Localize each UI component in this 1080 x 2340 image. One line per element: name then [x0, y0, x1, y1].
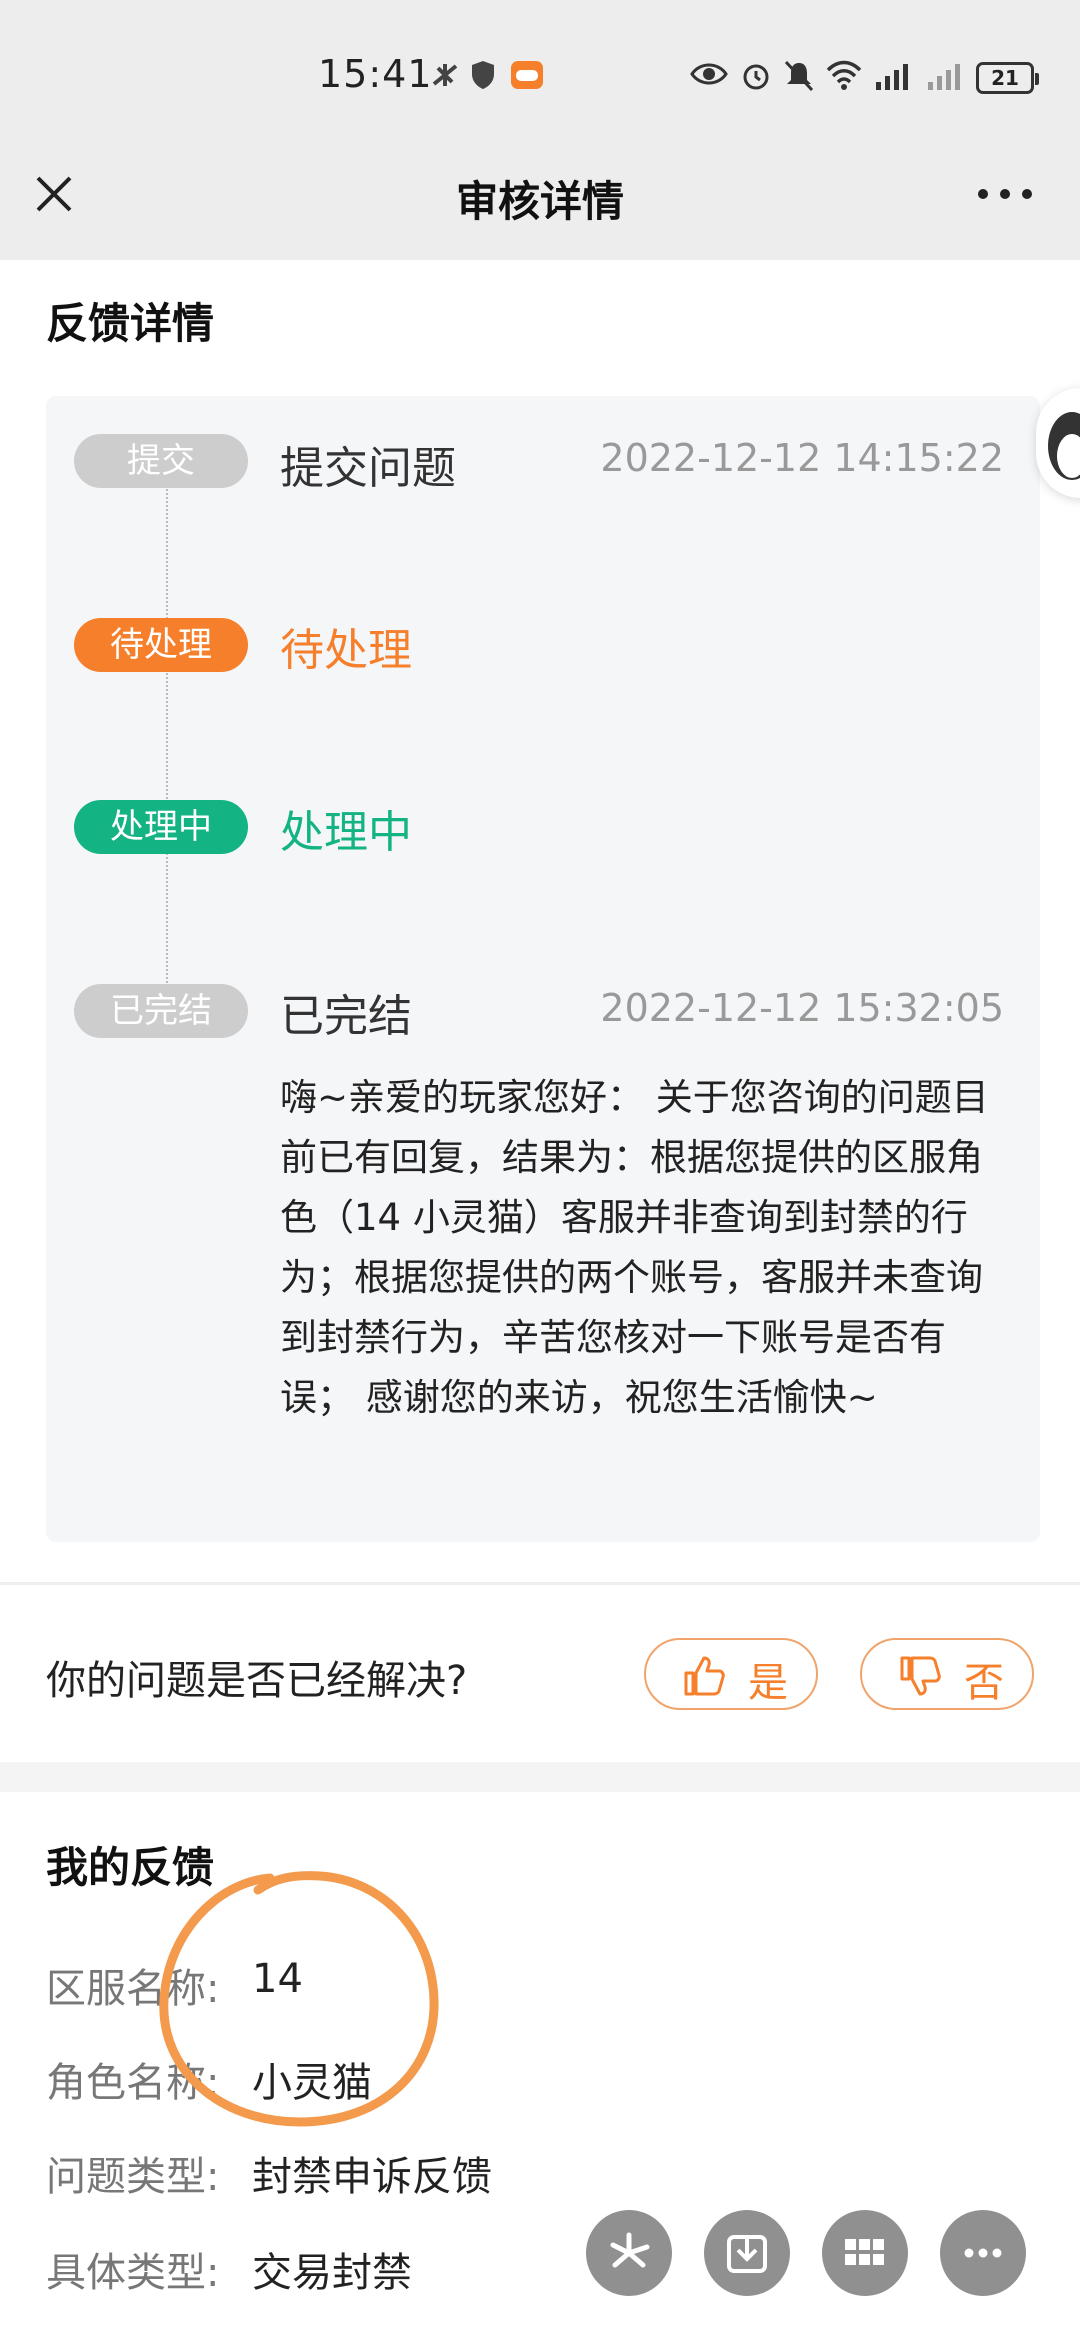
status-tag-processing: 处理中	[74, 800, 248, 854]
battery-indicator: 21	[976, 62, 1039, 94]
field-label: 角色名称:	[46, 2060, 220, 2106]
field-role-name: 角色名称: 小灵猫	[46, 2050, 372, 2108]
wifi-icon	[826, 60, 862, 90]
signal-4g-icon	[876, 64, 908, 90]
status-tag-pending: 待处理	[74, 618, 248, 672]
field-value: 14	[252, 1956, 303, 2002]
download-button[interactable]	[704, 2210, 790, 2296]
signal-off-icon	[928, 64, 960, 90]
field-value: 封禁申诉反馈	[252, 2154, 492, 2200]
feedback-detail-title: 反馈详情	[46, 299, 215, 348]
no-label: 否	[964, 1660, 1004, 1706]
field-value: 小灵猫	[252, 2060, 372, 2106]
field-server-name: 区服名称: 14	[46, 1956, 303, 2014]
step-time-completed: 2022-12-12 15:32:05	[600, 986, 1004, 1030]
yes-button[interactable]: 是	[644, 1638, 818, 1710]
reply-message: 嗨~亲爱的玩家您好： 关于您咨询的问题目前已有回复，结果为：根据您提供的区服角色…	[280, 1076, 989, 1419]
more-menu-icon[interactable]	[975, 186, 1035, 202]
floating-avatar[interactable]	[1036, 388, 1080, 498]
field-label: 区服名称:	[46, 1966, 220, 2012]
status-time: 15:41	[318, 52, 433, 96]
field-label: 问题类型:	[46, 2154, 220, 2200]
sparkle-icon	[610, 2232, 650, 2268]
thumbs-down-icon	[900, 1656, 941, 1696]
grid-icon	[845, 2239, 884, 2265]
sparkle-button[interactable]	[586, 2210, 672, 2296]
section-separator	[0, 1762, 1080, 1792]
bug-icon	[432, 64, 458, 86]
page-title: 审核详情	[455, 177, 624, 226]
yes-label: 是	[748, 1660, 788, 1706]
no-button[interactable]: 否	[860, 1638, 1034, 1710]
divider	[0, 1582, 1080, 1585]
field-issue-type: 问题类型: 封禁申诉反馈	[46, 2144, 492, 2202]
grid-button[interactable]	[822, 2210, 908, 2296]
alarm-icon	[743, 64, 769, 90]
field-value: 交易封禁	[252, 2250, 412, 2296]
step-label-submitted: 提交问题	[280, 443, 456, 494]
step-label-processing: 处理中	[280, 807, 412, 858]
timeline-line	[166, 470, 168, 1010]
mute-icon	[784, 60, 814, 92]
status-bar: 15:41 21	[0, 0, 1080, 150]
my-feedback-title: 我的反馈	[46, 1843, 215, 1892]
eye-icon	[690, 63, 728, 85]
status-tag-completed: 已完结	[74, 984, 248, 1038]
step-time-submitted: 2022-12-12 14:15:22	[600, 436, 1004, 480]
field-specific-type: 具体类型: 交易封禁	[46, 2240, 412, 2298]
status-tag-submitted: 提交	[74, 434, 248, 488]
shield-icon	[472, 61, 494, 89]
download-icon	[727, 2235, 767, 2273]
more-icon	[964, 2248, 1002, 2258]
resolve-question: 你的问题是否已经解决?	[46, 1658, 468, 1704]
game-icon	[511, 61, 543, 89]
penguin-icon	[1048, 412, 1080, 480]
field-label: 具体类型:	[46, 2250, 220, 2296]
thumbs-up-icon	[684, 1656, 725, 1696]
step-label-completed: 已完结	[280, 991, 412, 1042]
step-label-pending: 待处理	[280, 625, 412, 676]
more-button[interactable]	[940, 2210, 1026, 2296]
